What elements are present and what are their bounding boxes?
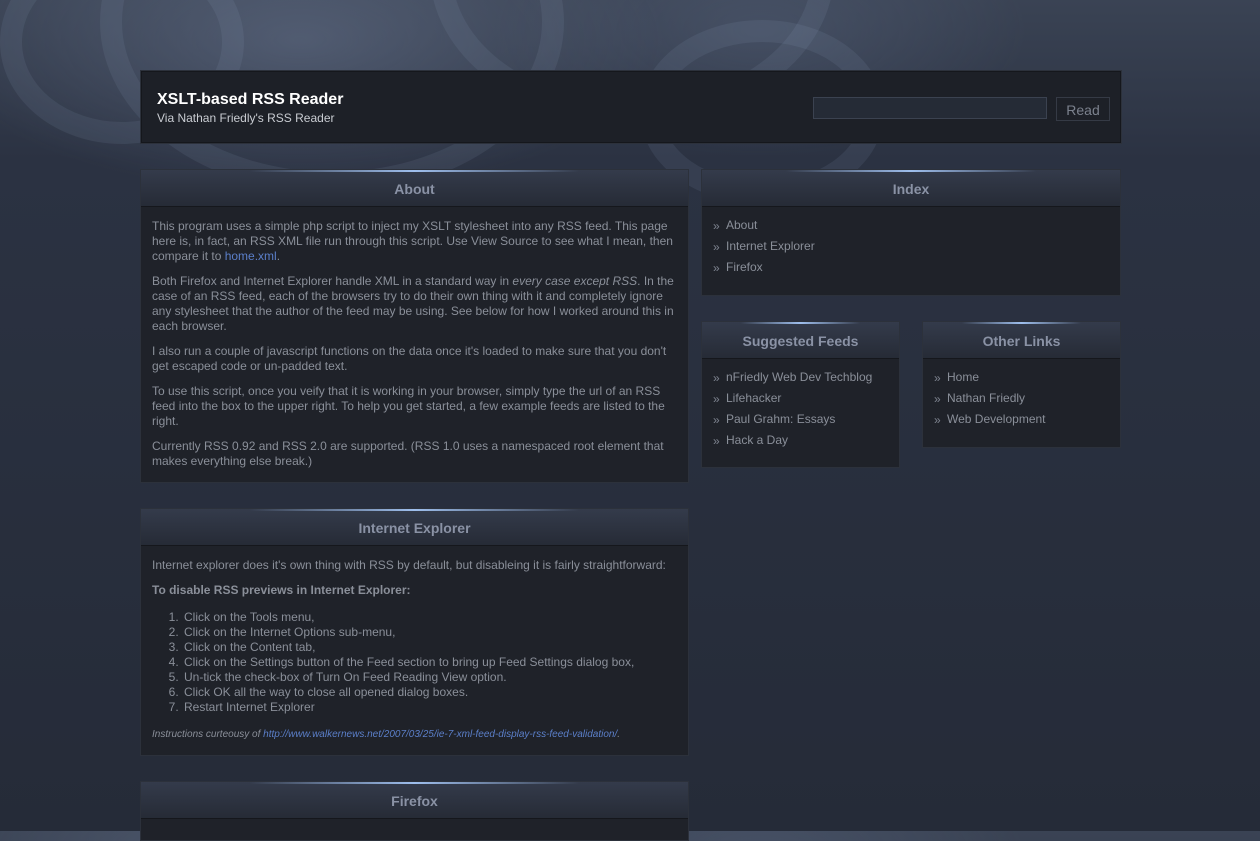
feed-link-nfriedly[interactable]: nFriedly Web Dev Techblog xyxy=(713,367,888,389)
ie-step: Click OK all the way to close all opened… xyxy=(182,685,677,700)
site-header: XSLT-based RSS Reader Via Nathan Friedly… xyxy=(140,70,1122,144)
credit-text: . xyxy=(617,729,621,740)
index-panel: Index About Internet Explorer Firefox xyxy=(701,169,1121,296)
other-link-nathan-friedly[interactable]: Nathan Friedly xyxy=(934,388,1109,410)
other-links-body: Home Nathan Friedly Web Development xyxy=(923,359,1120,440)
ie-step: Click on the Settings button of the Feed… xyxy=(182,655,677,670)
about-text: . xyxy=(276,249,281,263)
about-paragraph: Both Firefox and Internet Explorer handl… xyxy=(152,274,677,334)
ie-step: Click on the Content tab, xyxy=(182,640,677,655)
other-links-heading: Other Links xyxy=(923,322,1120,359)
about-body: This program uses a simple php script to… xyxy=(141,207,688,489)
internet-explorer-panel: Internet Explorer Internet explorer does… xyxy=(140,508,689,756)
about-heading: About xyxy=(141,170,688,207)
ie-credit: Instructions curteousy of http://www.wal… xyxy=(152,727,677,742)
about-paragraph: This program uses a simple php script to… xyxy=(152,219,677,264)
feed-url-input[interactable] xyxy=(813,97,1047,119)
index-item-internet-explorer[interactable]: Internet Explorer xyxy=(713,236,1109,258)
walkernews-link[interactable]: http://www.walkernews.net/2007/03/25/ie-… xyxy=(263,729,617,740)
index-list: About Internet Explorer Firefox xyxy=(713,215,1109,279)
other-link-home[interactable]: Home xyxy=(934,367,1109,389)
internet-explorer-heading: Internet Explorer xyxy=(141,509,688,546)
about-emphasis: every case except RSS xyxy=(512,274,638,288)
ie-subheading: To disable RSS previews in Internet Expl… xyxy=(152,583,411,597)
ie-intro: Internet explorer does it's own thing wi… xyxy=(152,558,666,572)
suggested-feeds-heading: Suggested Feeds xyxy=(702,322,899,359)
firefox-panel: Firefox xyxy=(140,781,689,841)
ie-step: Restart Internet Explorer xyxy=(182,700,677,715)
feed-link-lifehacker[interactable]: Lifehacker xyxy=(713,388,888,410)
other-links-list: Home Nathan Friedly Web Development xyxy=(934,367,1109,431)
ie-steps-list: Click on the Tools menu, Click on the In… xyxy=(152,610,677,715)
site-subtitle: Via Nathan Friedly's RSS Reader xyxy=(157,111,335,125)
ie-step: Un-tick the check-box of Turn On Feed Re… xyxy=(182,670,677,685)
read-button[interactable]: Read xyxy=(1056,97,1110,121)
index-heading: Index xyxy=(702,170,1120,207)
internet-explorer-body: Internet explorer does it's own thing wi… xyxy=(141,546,688,752)
credit-text: Instructions curteousy of xyxy=(152,729,264,740)
feed-link-hack-a-day[interactable]: Hack a Day xyxy=(713,430,888,452)
feed-link-paul-graham[interactable]: Paul Grahm: Essays xyxy=(713,409,888,431)
index-item-firefox[interactable]: Firefox xyxy=(713,257,1109,279)
ie-step: Click on the Tools menu, xyxy=(182,610,677,625)
other-link-web-development[interactable]: Web Development xyxy=(934,409,1109,431)
site-title: XSLT-based RSS Reader xyxy=(157,91,344,108)
ie-step: Click on the Internet Options sub-menu, xyxy=(182,625,677,640)
index-item-about[interactable]: About xyxy=(713,215,1109,237)
firefox-heading: Firefox xyxy=(141,782,688,819)
suggested-feeds-panel: Suggested Feeds nFriedly Web Dev Techblo… xyxy=(701,321,900,468)
about-panel: About This program uses a simple php scr… xyxy=(140,169,689,483)
suggested-feeds-list: nFriedly Web Dev Techblog Lifehacker Pau… xyxy=(713,367,888,452)
index-body: About Internet Explorer Firefox xyxy=(702,207,1120,288)
suggested-feeds-body: nFriedly Web Dev Techblog Lifehacker Pau… xyxy=(702,359,899,461)
home-xml-link[interactable]: home.xml xyxy=(225,249,277,263)
about-paragraph: I also run a couple of javascript functi… xyxy=(152,344,667,373)
about-text: Both Firefox and Internet Explorer handl… xyxy=(152,274,513,288)
about-paragraph: Currently RSS 0.92 and RSS 2.0 are suppo… xyxy=(152,439,664,468)
about-paragraph: To use this script, once you veify that … xyxy=(152,384,665,428)
other-links-panel: Other Links Home Nathan Friedly Web Deve… xyxy=(922,321,1121,448)
